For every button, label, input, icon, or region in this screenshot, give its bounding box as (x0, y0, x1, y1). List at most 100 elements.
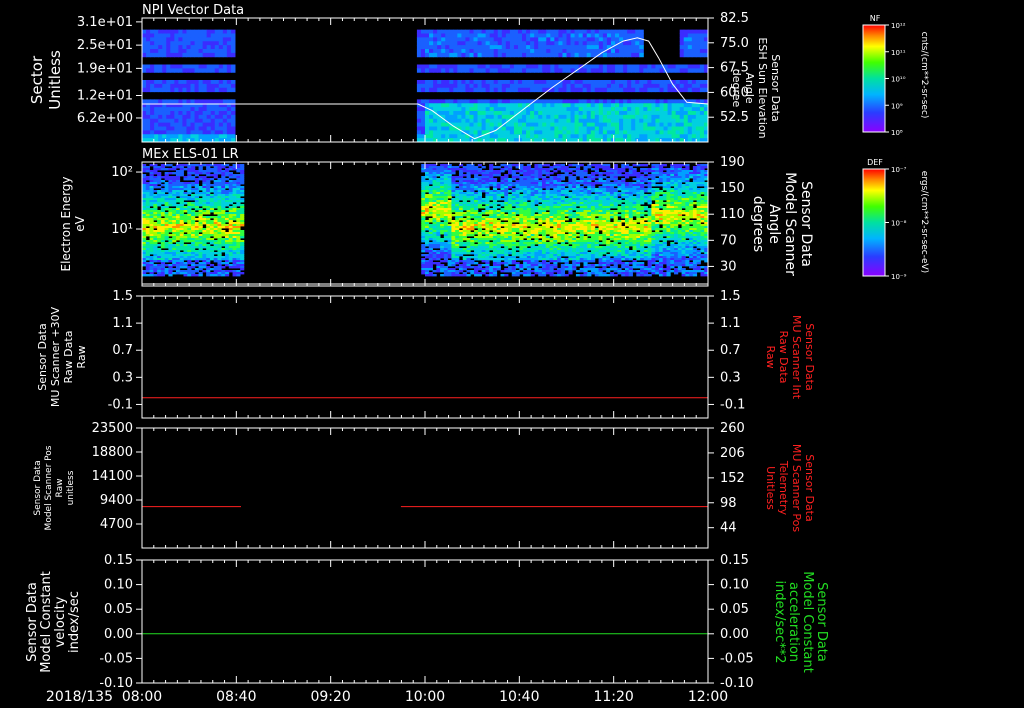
spectrogram-cell (202, 130, 208, 135)
spectrogram-cell (550, 111, 555, 116)
spectrogram-cell (462, 214, 467, 217)
spectrogram-cell (218, 45, 224, 50)
spectrogram-cell (458, 244, 464, 247)
spectrogram-cell (178, 83, 183, 89)
spectrogram-cell (142, 68, 147, 73)
spectrogram-cell (610, 80, 616, 85)
spectrogram-cell (142, 83, 147, 89)
y-axis-label: Sector (28, 55, 46, 104)
spectrogram-cell (154, 45, 159, 50)
spectrogram-cell (445, 49, 450, 54)
spectrogram-cell (214, 107, 220, 112)
spectrogram-cell (214, 118, 220, 124)
spectrogram-cell (643, 111, 648, 116)
spectrogram-cell (663, 134, 669, 139)
spectrogram-cell (218, 64, 224, 69)
spectrogram-cell (166, 134, 171, 139)
spectrogram-cell (221, 226, 226, 229)
spectrogram-cell (578, 111, 584, 116)
spectrogram-cell (631, 45, 636, 50)
spectrogram-cell (542, 33, 547, 38)
spectrogram-cell (206, 99, 212, 104)
spectrogram-cell (615, 130, 620, 135)
colorbar-title: NF (870, 14, 881, 23)
spectrogram-cell (183, 274, 188, 277)
spectrogram-cell (425, 33, 430, 38)
spectrogram-cell (226, 29, 232, 34)
spectrogram-cell (695, 49, 701, 54)
spectrogram-cell (501, 126, 507, 131)
spectrogram-cell (145, 224, 150, 227)
spectrogram-cell (240, 182, 245, 185)
spectrogram-cell (429, 45, 434, 50)
spectrogram-cell (558, 118, 563, 124)
spectrogram-cell (186, 68, 192, 73)
spectrogram-cell (550, 64, 555, 69)
spectrogram-cell (461, 111, 466, 116)
spectrogram-cell (519, 172, 524, 175)
spectrogram-cell (170, 83, 175, 89)
spectrogram-cell (526, 224, 532, 227)
spectrogram-cell (639, 118, 644, 124)
spectrogram-cell (210, 83, 216, 89)
spectrogram-cell (166, 64, 171, 69)
spectrogram-cell (550, 52, 555, 58)
spectrogram-cell (436, 174, 441, 177)
spectrogram-cell (566, 49, 572, 54)
spectrogram-cell (217, 274, 222, 277)
spectrogram-cell (445, 130, 450, 135)
spectrogram-cell (505, 52, 511, 58)
spectrogram-cell (631, 111, 636, 116)
spectrogram-cell (675, 99, 681, 104)
spectrogram-cell (511, 204, 516, 207)
spectrogram-cell (186, 134, 192, 139)
spectrogram-cell (226, 111, 232, 116)
spectrogram-cell (570, 41, 576, 46)
spectrogram-cell (687, 83, 693, 89)
spectrogram-cell (225, 274, 230, 277)
spectrogram-cell (562, 134, 567, 139)
spectrogram-cell (158, 111, 163, 116)
spectrogram-cell (146, 68, 151, 73)
spectrogram-cell (687, 52, 693, 58)
spectrogram-cell (590, 49, 596, 54)
spectrogram-cell (194, 208, 199, 211)
spectrogram-cell (462, 174, 467, 177)
spectrogram-cell (449, 126, 454, 131)
spectrogram-cell (470, 172, 475, 175)
spectrogram-cell (517, 37, 523, 42)
spectrogram-cell (230, 45, 236, 50)
spectrogram-cell (554, 87, 559, 93)
spectrogram-cell (526, 126, 531, 131)
spectrogram-cell (594, 87, 600, 93)
spectrogram-cell (586, 29, 592, 34)
spectrogram-cell (142, 118, 147, 124)
spectrogram-cell (615, 122, 620, 127)
spectrogram-cell (206, 107, 212, 112)
spectrogram-cell (230, 37, 236, 42)
spectrogram-cell (574, 134, 580, 139)
spectrogram-cell (202, 80, 208, 85)
spectrogram-cell (655, 83, 660, 89)
spectrogram-cell (550, 99, 555, 104)
spectrogram-cell (469, 83, 475, 89)
spectrogram-cell (481, 68, 487, 73)
spectrogram-cell (433, 29, 438, 34)
spectrogram-cell (225, 264, 230, 267)
spectrogram-cell (695, 83, 701, 89)
spectrogram-cell (659, 107, 665, 112)
spectrogram-cell (461, 80, 466, 85)
spectrogram-cell (562, 52, 567, 58)
spectrogram-cell (635, 130, 640, 135)
spectrogram-cell (146, 130, 151, 135)
spectrogram-cell (501, 29, 507, 34)
spectrogram-cell (671, 114, 677, 120)
spectrogram-cell (206, 29, 212, 34)
spectrogram-cell (659, 68, 665, 73)
spectrogram-cell (651, 134, 656, 139)
spectrogram-cell (142, 274, 147, 277)
spectrogram-cell (631, 29, 636, 34)
spectrogram-cell (505, 45, 511, 50)
spectrogram-cell (574, 64, 580, 69)
spectrogram-cell (416, 41, 422, 46)
